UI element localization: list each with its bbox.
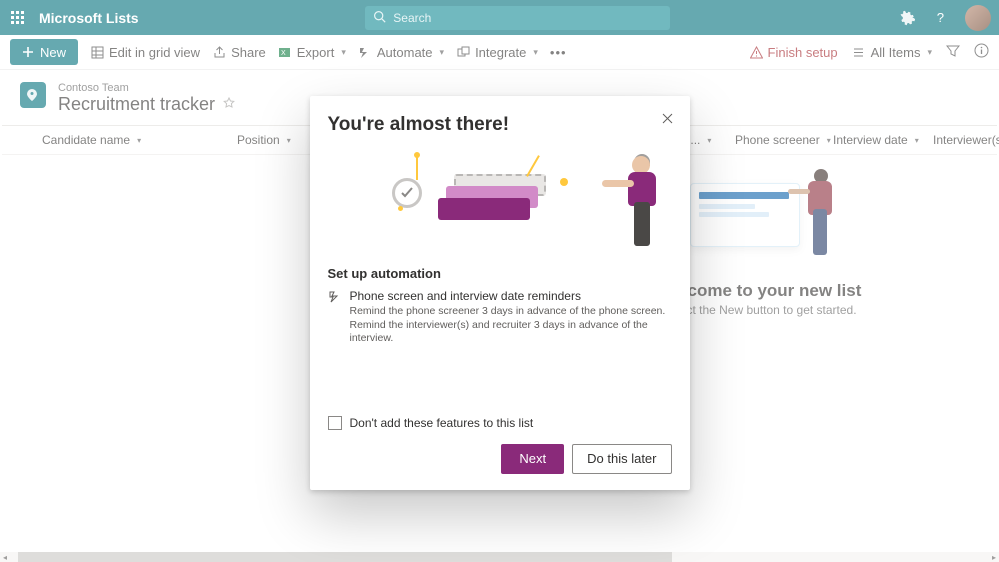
next-button[interactable]: Next bbox=[501, 444, 564, 474]
rule-title: Phone screen and interview date reminder… bbox=[350, 289, 672, 303]
dont-add-label: Don't add these features to this list bbox=[350, 416, 534, 430]
automation-rule-item[interactable]: Phone screen and interview date reminder… bbox=[328, 289, 672, 346]
setup-modal: You're almost there! Set up automation P… bbox=[310, 96, 690, 490]
flow-icon bbox=[328, 290, 342, 346]
modal-title: You're almost there! bbox=[328, 114, 672, 136]
dont-add-checkbox[interactable] bbox=[328, 416, 342, 430]
close-icon bbox=[662, 113, 673, 124]
close-button[interactable] bbox=[658, 108, 678, 128]
section-title: Set up automation bbox=[328, 266, 672, 281]
modal-illustration bbox=[328, 148, 672, 258]
do-this-later-button[interactable]: Do this later bbox=[572, 444, 671, 474]
rule-description: Remind the phone screener 3 days in adva… bbox=[350, 305, 672, 346]
modal-overlay: You're almost there! Set up automation P… bbox=[0, 0, 999, 562]
